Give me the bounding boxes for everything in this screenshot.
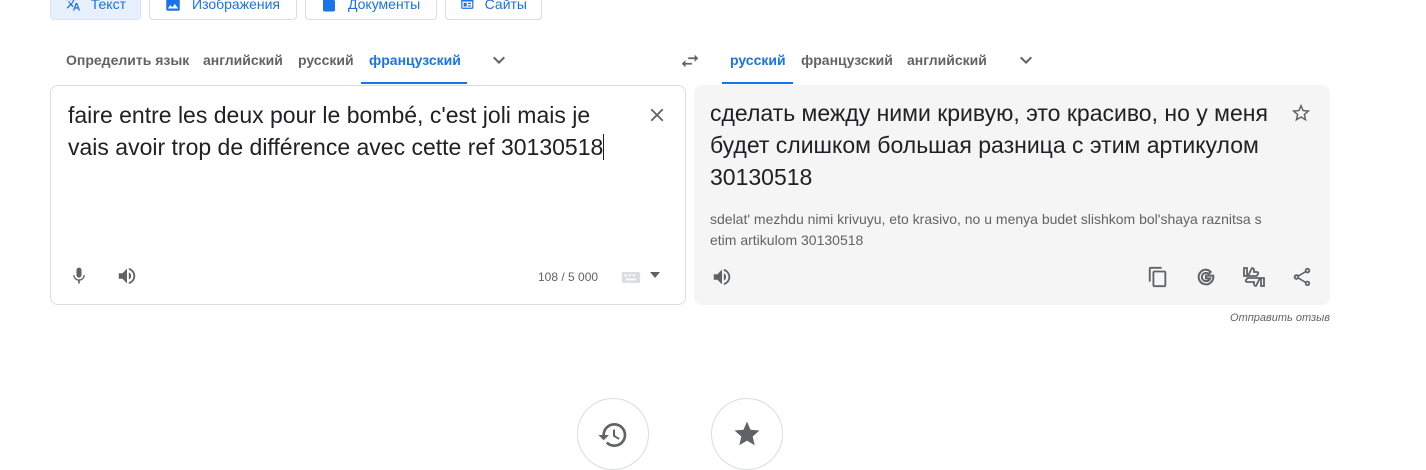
source-text-input[interactable]: faire entre les deux pour le bombé, c'es… [68,99,633,163]
source-text-content: faire entre les deux pour le bombé, c'es… [68,102,604,160]
chevron-down-icon [1020,56,1032,64]
history-icon [598,423,627,447]
text-cursor [603,134,605,160]
speaker-icon [118,267,136,285]
star-outline-icon [1291,103,1311,122]
document-icon [323,0,335,12]
character-counter: 108 / 5 000 [538,270,599,284]
close-icon [650,108,664,122]
mode-tab-websites[interactable]: Сайты [445,0,542,20]
microphone-icon [73,267,85,284]
mode-tab-label: Документы [348,0,421,12]
translation-panel: сделать между ними кривую, это красиво, … [694,85,1330,305]
mode-tab-label: Сайты [484,0,527,12]
caret-down-icon [650,272,660,278]
clear-text-button[interactable] [645,103,669,127]
source-listen-button[interactable] [115,264,139,288]
input-tools-dropdown[interactable] [647,268,663,282]
google-search-button[interactable] [1194,265,1218,289]
mode-tab-images[interactable]: Изображения [149,0,297,20]
saved-star-icon [734,421,760,446]
rate-translation-button[interactable] [1242,265,1266,289]
copy-translation-button[interactable] [1146,265,1170,289]
speaker-icon [713,268,731,286]
source-lang-french[interactable]: французский [369,52,461,70]
chevron-down-icon [493,56,505,64]
mode-tab-label: Изображения [192,0,280,12]
keyboard-button[interactable] [619,267,643,287]
send-feedback-link[interactable]: Отправить отзыв [1150,312,1330,324]
target-lang-english[interactable]: английский [907,52,987,70]
source-text-panel: faire entre les deux pour le bombé, c'es… [50,85,686,305]
keyboard-icon [621,272,641,283]
share-icon [1293,267,1311,287]
translation-text: сделать между ними кривую, это красиво, … [710,100,1268,190]
swap-icon [681,54,699,68]
save-translation-button[interactable] [1289,101,1313,125]
source-lang-detect[interactable]: Определить язык [66,52,189,70]
copy-icon [1148,266,1167,288]
source-lang-selected-indicator [361,82,467,84]
share-translation-button[interactable] [1290,265,1314,289]
google-g-icon [1197,268,1215,286]
image-icon [166,0,180,11]
target-lang-french[interactable]: французский [801,52,893,70]
mode-tab-documents[interactable]: Документы [305,0,437,20]
source-lang-more-button[interactable] [487,48,511,72]
target-lang-more-button[interactable] [1014,48,1038,72]
source-lang-english[interactable]: английский [203,52,283,70]
saved-button[interactable] [711,398,783,470]
source-lang-russian[interactable]: русский [298,52,354,70]
transliteration-text: sdelat' mezhdu nimi krivuyu, eto krasivo… [710,211,1262,248]
mode-tab-label: Текст [90,0,126,12]
target-lang-russian[interactable]: русский [730,52,786,70]
translate-icon [65,0,81,11]
swap-languages-button[interactable] [678,49,702,73]
thumbs-up-down-icon [1243,267,1265,287]
translation-listen-button[interactable] [710,265,734,289]
website-icon [461,0,474,9]
mode-tab-text[interactable]: Текст [50,0,141,20]
target-lang-selected-indicator [722,82,793,84]
history-button[interactable] [577,398,649,470]
voice-input-button[interactable] [67,264,91,288]
